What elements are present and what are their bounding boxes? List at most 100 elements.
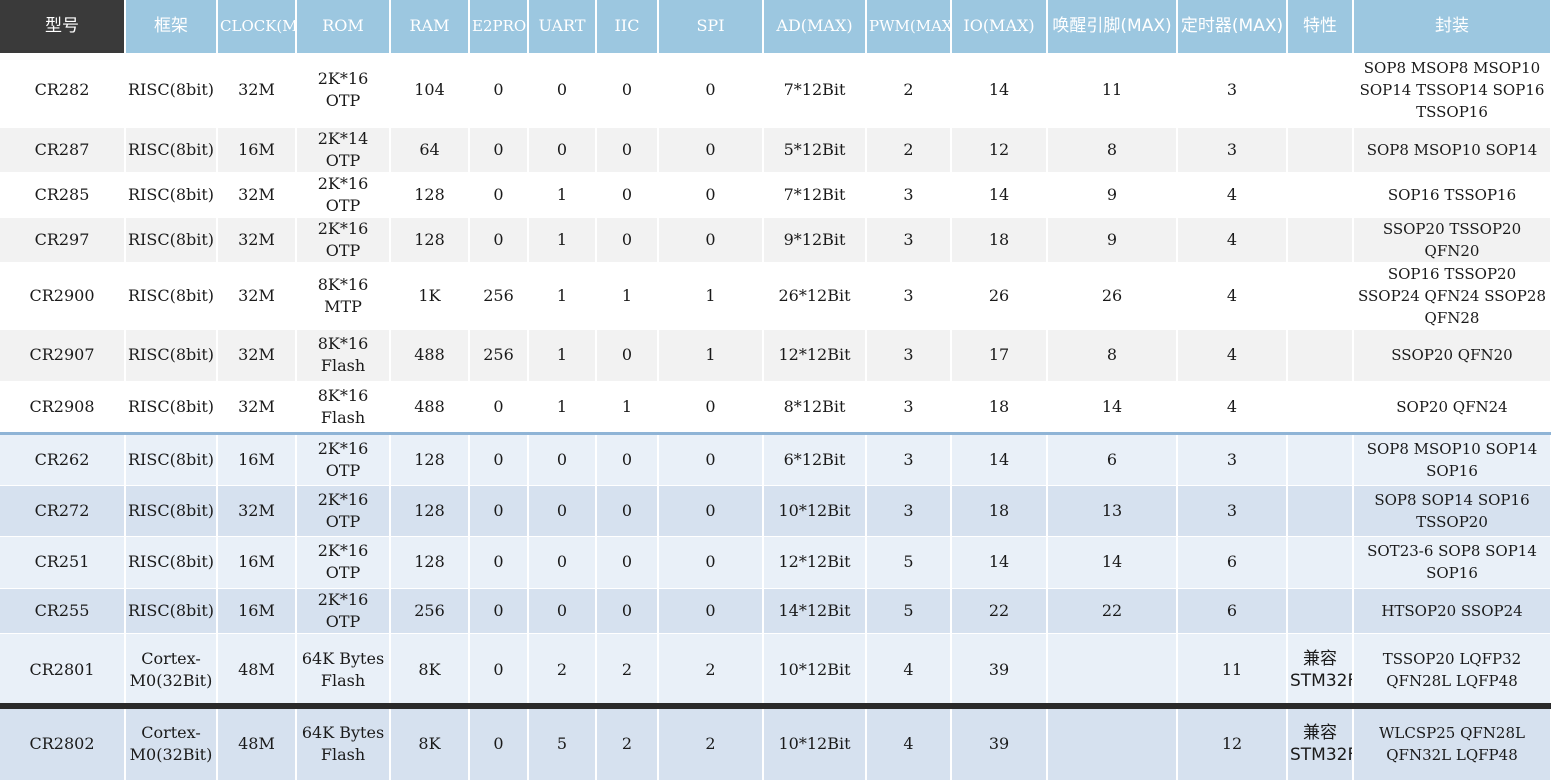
cell-io: 14 [951,172,1048,218]
cell-arch: Cortex-M0(32Bit) [125,707,218,781]
spec-table: 型号 框架 CLOCK(MAX) ROM RAM E2PROM UART IIC… [0,0,1551,781]
cell-e2prom: 0 [469,588,529,634]
cell-iic: 0 [596,172,659,218]
cell-pwm: 5 [866,536,952,589]
cell-uart: 0 [528,53,597,128]
cell-iic: 0 [596,329,659,382]
cell-rom: 2K*16 OTP [296,217,391,263]
cell-package: SOP16 TSSOP20 SSOP24 QFN24 SSOP28 QFN28 [1353,262,1551,330]
bottom-divider [0,703,1551,709]
cell-model: CR2907 [0,329,126,382]
cell-io: 14 [951,53,1048,128]
cell-model: CR262 [0,431,126,486]
cell-e2prom: 0 [469,431,529,486]
cell-ram: 128 [390,431,470,486]
table-row: CR282 RISC(8bit) 32M 2K*16 OTP 104 0 0 0 0 7*12Bi… [0,53,1551,128]
cell-e2prom: 256 [469,262,529,330]
cell-wake: 6 [1047,431,1178,486]
cell-wake: 14 [1047,381,1178,434]
cell-model: CR287 [0,127,126,173]
cell-arch: RISC(8bit) [125,53,218,128]
cell-ram: 256 [390,588,470,634]
cell-spi: 0 [658,217,764,263]
cell-e2prom: 0 [469,172,529,218]
cell-io: 17 [951,329,1048,382]
cell-model: CR255 [0,588,126,634]
cell-ad: 7*12Bit [763,172,867,218]
cell-uart: 1 [528,262,597,330]
cell-timer: 4 [1177,329,1288,382]
cell-rom: 8K*16 Flash [296,381,391,434]
cell-timer: 11 [1177,633,1288,708]
cell-ram: 128 [390,485,470,537]
cell-ad: 10*12Bit [763,633,867,708]
table-row: CR2801 Cortex-M0(32Bit) 48M 64K Bytes Flash… [0,633,1551,708]
table-row: CR2907 RISC(8bit) 32M 8K*16 Flash 488 256 1 0 1 1… [0,329,1551,382]
cell-io: 39 [951,707,1048,781]
cell-uart: 2 [528,633,597,708]
cell-timer: 4 [1177,172,1288,218]
cell-e2prom: 0 [469,381,529,434]
cell-e2prom: 0 [469,217,529,263]
cell-wake: 9 [1047,172,1178,218]
cell-arch: RISC(8bit) [125,588,218,634]
cell-rom: 2K*16 OTP [296,431,391,486]
cell-timer: 3 [1177,485,1288,537]
cell-io: 39 [951,633,1048,708]
cell-arch: RISC(8bit) [125,127,218,173]
cell-arch: RISC(8bit) [125,431,218,486]
cell-spi: 0 [658,536,764,589]
cell-timer: 3 [1177,431,1288,486]
cell-iic: 0 [596,485,659,537]
cell-package: SSOP20 QFN20 [1353,329,1551,382]
cell-package: SSOP20 TSSOP20 QFN20 [1353,217,1551,263]
cell-pwm: 3 [866,381,952,434]
cell-uart: 0 [528,588,597,634]
header-package: 封装 [1353,0,1551,54]
table-row: CR255 RISC(8bit) 16M 2K*16 OTP 256 0 0 0 0 14*12B… [0,588,1551,634]
cell-package: TSSOP20 LQFP32 QFN28L LQFP48 [1353,633,1551,708]
cell-uart: 1 [528,329,597,382]
cell-rom: 2K*16 OTP [296,588,391,634]
cell-ram: 8K [390,633,470,708]
cell-feature [1287,381,1354,434]
cell-ad: 8*12Bit [763,381,867,434]
cell-io: 18 [951,381,1048,434]
cell-rom: 2K*16 OTP [296,536,391,589]
header-e2prom: E2PROM [469,0,529,54]
cell-uart: 5 [528,707,597,781]
cell-model: CR2900 [0,262,126,330]
cell-model: CR282 [0,53,126,128]
cell-ram: 128 [390,172,470,218]
cell-clock: 48M [217,707,297,781]
cell-uart: 0 [528,127,597,173]
cell-package: WLCSP25 QFN28L QFN32L LQFP48 [1353,707,1551,781]
cell-package: SOT23-6 SOP8 SOP14 SOP16 [1353,536,1551,589]
cell-clock: 16M [217,536,297,589]
cell-uart: 0 [528,536,597,589]
cell-iic: 1 [596,262,659,330]
cell-spi: 0 [658,172,764,218]
cell-timer: 6 [1177,536,1288,589]
cell-ram: 8K [390,707,470,781]
header-timer: 定时器(MAX) [1177,0,1288,54]
cell-uart: 0 [528,485,597,537]
cell-iic: 2 [596,707,659,781]
cell-clock: 32M [217,381,297,434]
cell-pwm: 3 [866,172,952,218]
header-rom: ROM [296,0,391,54]
table-row: CR262 RISC(8bit) 16M 2K*16 OTP 128 0 0 0 0 6*12Bi… [0,431,1551,486]
cell-ad: 12*12Bit [763,329,867,382]
cell-pwm: 5 [866,588,952,634]
cell-arch: RISC(8bit) [125,172,218,218]
cell-feature: 兼容STM32F031 [1287,707,1354,781]
cell-arch: RISC(8bit) [125,262,218,330]
cell-rom: 64K Bytes Flash [296,633,391,708]
cell-io: 18 [951,485,1048,537]
header-iic: IIC [596,0,659,54]
header-ram: RAM [390,0,470,54]
cell-pwm: 3 [866,217,952,263]
cell-iic: 1 [596,381,659,434]
cell-wake [1047,633,1178,708]
cell-pwm: 3 [866,329,952,382]
